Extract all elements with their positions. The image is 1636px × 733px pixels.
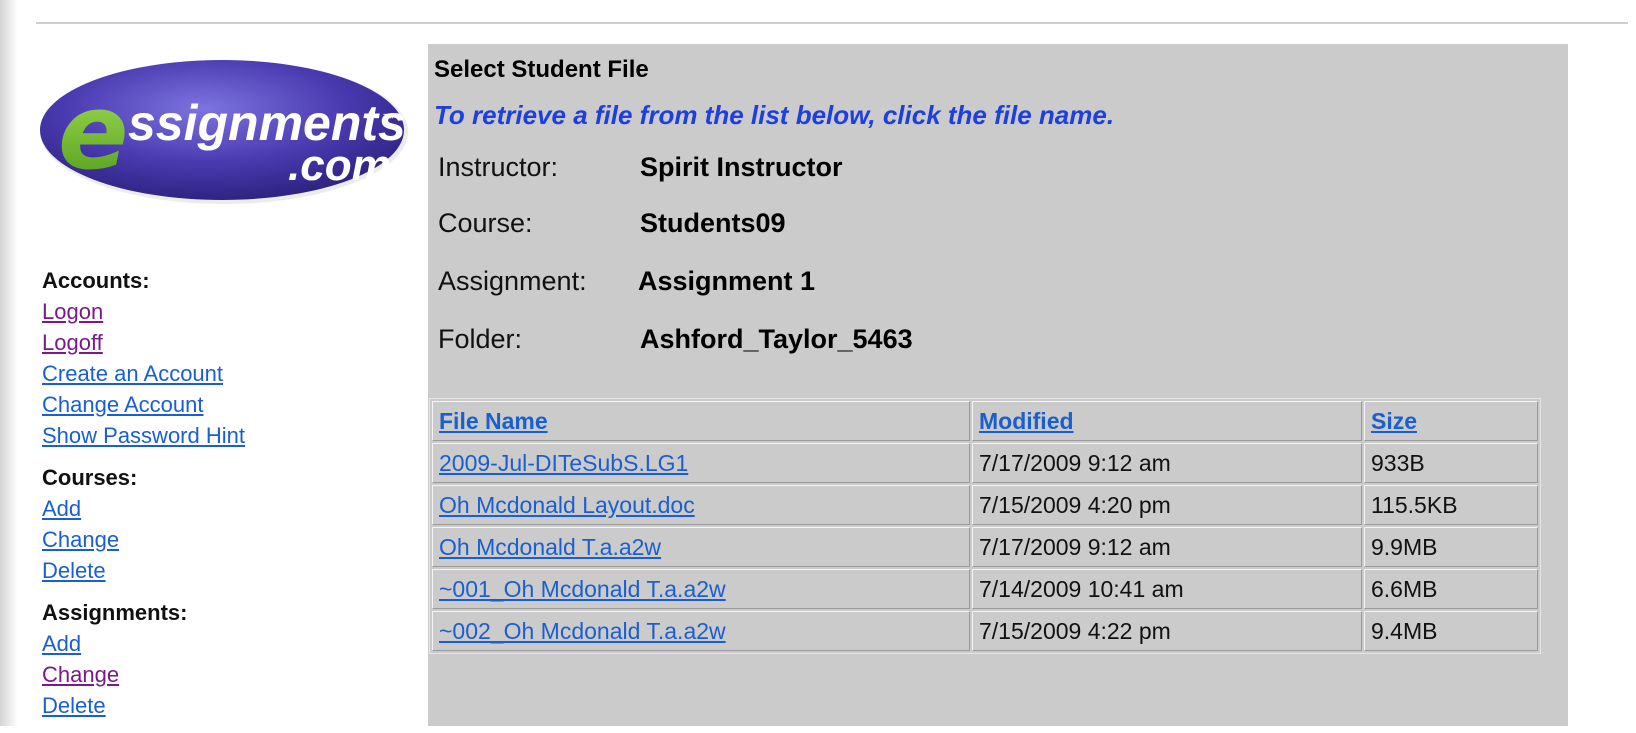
file-name-cell: Oh Mcdonald Layout.doc bbox=[432, 485, 970, 525]
size-cell: 933B bbox=[1364, 443, 1538, 483]
folder-value: Ashford_Taylor_5463 bbox=[640, 324, 913, 354]
size-cell: 9.4MB bbox=[1364, 611, 1538, 651]
nav-link-assignments-add[interactable]: Add bbox=[42, 628, 422, 659]
nav-heading-assignments: Assignments: bbox=[42, 600, 188, 625]
size-cell: 6.6MB bbox=[1364, 569, 1538, 609]
nav-link-logoff[interactable]: Logoff bbox=[42, 327, 422, 358]
nav-link-courses-change[interactable]: Change bbox=[42, 524, 422, 555]
nav-link-assignments-delete[interactable]: Delete bbox=[42, 690, 422, 721]
nav-link-courses-add[interactable]: Add bbox=[42, 493, 422, 524]
table-row: 2009-Jul-DITeSubS.LG1 7/17/2009 9:12 am … bbox=[432, 443, 1538, 483]
assignment-value: Assignment 1 bbox=[638, 266, 816, 296]
sort-by-size-link[interactable]: Size bbox=[1371, 408, 1417, 434]
nav-section-accounts: Accounts: Logon Logoff Create an Account… bbox=[42, 266, 422, 451]
modified-cell: 7/17/2009 9:12 am bbox=[972, 527, 1362, 567]
course-label: Course: bbox=[438, 208, 533, 238]
table-header-row: File Name Modified Size bbox=[432, 401, 1538, 441]
nav-link-change-account[interactable]: Change Account bbox=[42, 389, 422, 420]
column-header-modified: Modified bbox=[972, 401, 1362, 441]
size-cell: 9.9MB bbox=[1364, 527, 1538, 567]
main-panel: Select Student File To retrieve a file f… bbox=[428, 44, 1568, 726]
nav-section-assignments: Assignments: Add Change Delete bbox=[42, 598, 422, 721]
folder-label: Folder: bbox=[438, 324, 523, 354]
logo-domain: .com bbox=[288, 141, 391, 190]
sort-by-file-name-link[interactable]: File Name bbox=[439, 408, 548, 434]
nav-link-logon[interactable]: Logon bbox=[42, 296, 422, 327]
file-link[interactable]: 2009-Jul-DITeSubS.LG1 bbox=[439, 450, 688, 476]
file-name-cell: ~002_Oh Mcdonald T.a.a2w bbox=[432, 611, 970, 651]
window-edge-shadow bbox=[0, 0, 18, 726]
file-name-cell: 2009-Jul-DITeSubS.LG1 bbox=[432, 443, 970, 483]
file-link[interactable]: Oh Mcdonald T.a.a2w bbox=[439, 534, 661, 560]
sidebar-nav: Accounts: Logon Logoff Create an Account… bbox=[42, 266, 422, 733]
nav-link-show-password-hint[interactable]: Show Password Hint bbox=[42, 420, 422, 451]
nav-link-create-account[interactable]: Create an Account bbox=[42, 358, 422, 389]
column-header-size: Size bbox=[1364, 401, 1538, 441]
course-value: Students09 bbox=[640, 208, 786, 238]
header-divider bbox=[36, 22, 1628, 24]
instructor-label: Instructor: bbox=[438, 152, 559, 182]
file-name-cell: Oh Mcdonald T.a.a2w bbox=[432, 527, 970, 567]
column-header-file-name: File Name bbox=[432, 401, 970, 441]
logo-letter-e: e bbox=[58, 71, 129, 193]
file-table: File Name Modified Size 2009-Jul-DITeSub… bbox=[429, 398, 1541, 654]
sort-by-modified-link[interactable]: Modified bbox=[979, 408, 1074, 434]
nav-heading-accounts: Accounts: bbox=[42, 268, 150, 293]
table-row: Oh Mcdonald T.a.a2w 7/17/2009 9:12 am 9.… bbox=[432, 527, 1538, 567]
file-link[interactable]: ~001_Oh Mcdonald T.a.a2w bbox=[439, 576, 726, 602]
file-name-cell: ~001_Oh Mcdonald T.a.a2w bbox=[432, 569, 970, 609]
size-cell: 115.5KB bbox=[1364, 485, 1538, 525]
page-title: Select Student File bbox=[434, 56, 649, 83]
essignments-logo[interactable]: e ssignments ™ .com bbox=[36, 56, 416, 206]
assignment-label: Assignment: bbox=[438, 266, 587, 296]
nav-heading-courses: Courses: bbox=[42, 465, 138, 490]
table-row: ~001_Oh Mcdonald T.a.a2w 7/14/2009 10:41… bbox=[432, 569, 1538, 609]
table-row: ~002_Oh Mcdonald T.a.a2w 7/15/2009 4:22 … bbox=[432, 611, 1538, 651]
logo-graphic: e ssignments ™ .com bbox=[40, 60, 408, 204]
nav-section-courses: Courses: Add Change Delete bbox=[42, 463, 422, 586]
modified-cell: 7/14/2009 10:41 am bbox=[972, 569, 1362, 609]
modified-cell: 7/15/2009 4:20 pm bbox=[972, 485, 1362, 525]
file-link[interactable]: ~002_Oh Mcdonald T.a.a2w bbox=[439, 618, 726, 644]
modified-cell: 7/17/2009 9:12 am bbox=[972, 443, 1362, 483]
modified-cell: 7/15/2009 4:22 pm bbox=[972, 611, 1362, 651]
logo-trademark: ™ bbox=[382, 111, 394, 125]
table-row: Oh Mcdonald Layout.doc 7/15/2009 4:20 pm… bbox=[432, 485, 1538, 525]
file-link[interactable]: Oh Mcdonald Layout.doc bbox=[439, 492, 695, 518]
nav-link-assignments-change[interactable]: Change bbox=[42, 659, 422, 690]
nav-link-courses-delete[interactable]: Delete bbox=[42, 555, 422, 586]
instructions-text: To retrieve a file from the list below, … bbox=[434, 100, 1115, 130]
instructor-value: Spirit Instructor bbox=[640, 152, 843, 182]
